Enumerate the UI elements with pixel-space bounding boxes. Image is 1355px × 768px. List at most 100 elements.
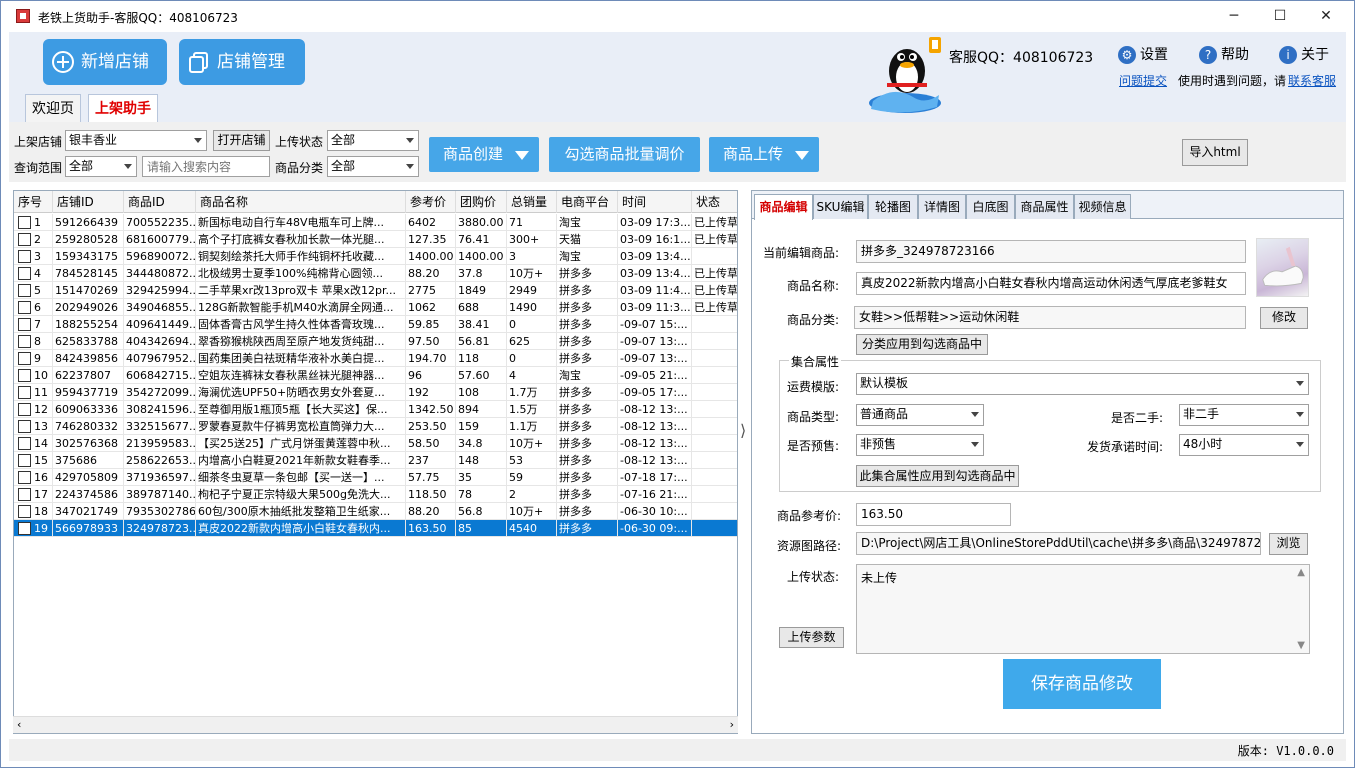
apply-category-button[interactable]: 分类应用到勾选商品中 <box>856 334 988 355</box>
tab-listing-helper[interactable]: 上架助手 <box>88 94 158 123</box>
table-cell: 拼多多 <box>557 316 618 333</box>
col-header[interactable]: 团购价 <box>456 191 507 213</box>
upload-params-button[interactable]: 上传参数 <box>779 627 844 648</box>
modify-category-button[interactable]: 修改 <box>1260 307 1308 329</box>
import-html-button[interactable]: 导入html <box>1182 139 1248 166</box>
save-product-button[interactable]: 保存商品修改 <box>1003 659 1161 709</box>
upload-status-textarea[interactable]: 未上传 ▲ ▼ <box>856 564 1310 654</box>
table-row[interactable]: 17 224374586 389787140... 枸杞子宁夏正宗特级大果500g免洗… <box>14 486 737 503</box>
row-checkbox[interactable] <box>18 318 31 331</box>
row-checkbox[interactable] <box>18 284 31 297</box>
table-row[interactable]: 6 202949026 349046855... 128G新款智能手机M40水滴屏全网… <box>14 299 737 316</box>
scroll-down-icon[interactable]: ▼ <box>1297 640 1305 651</box>
apply-group-button[interactable]: 此集合属性应用到勾选商品中 <box>856 465 1019 487</box>
col-header[interactable]: 电商平台 <box>557 191 618 213</box>
table-row[interactable]: 10 62237807 606842715... 空姐灰连裤袜女春秋黑丝袜光腿神器..… <box>14 367 737 384</box>
row-checkbox[interactable] <box>18 233 31 246</box>
browse-button[interactable]: 浏览 <box>1269 533 1308 555</box>
ship-time-select[interactable]: 48小时 <box>1179 434 1309 456</box>
tab-welcome[interactable]: 欢迎页 <box>25 94 81 122</box>
freight-select[interactable]: 默认模板 <box>856 373 1309 395</box>
upload-product-button[interactable]: 商品上传 <box>709 137 819 172</box>
row-checkbox[interactable] <box>18 386 31 399</box>
table-row[interactable]: 11 959437719 354272099... 海澜优选UPF50+防晒衣男女外套… <box>14 384 737 401</box>
scroll-right-icon[interactable]: › <box>730 718 734 731</box>
submit-issue-link[interactable]: 问题提交 <box>1119 72 1167 89</box>
row-checkbox[interactable] <box>18 488 31 501</box>
manage-shop-button[interactable]: 店铺管理 <box>179 39 305 85</box>
contact-support-link[interactable]: 联系客服 <box>1288 72 1336 89</box>
table-row[interactable]: 1 591266439 700552235... 新国标电动自行车48V电瓶车可上牌.… <box>14 214 737 231</box>
table-row[interactable]: 8 625833788 404342694... 翠香猕猴桃陕西周至原产地发货纯甜..… <box>14 333 737 350</box>
help-button[interactable]: ? 帮助 <box>1199 44 1249 64</box>
product-name-input[interactable]: 真皮2022新款内增高小白鞋女春秋内增高运动休闲透气厚底老爹鞋女 <box>856 272 1246 295</box>
about-button[interactable]: i 关于 <box>1279 44 1329 64</box>
scroll-left-icon[interactable]: ‹ <box>17 718 21 731</box>
close-button[interactable]: ✕ <box>1303 1 1349 32</box>
col-header[interactable]: 总销量 <box>507 191 557 213</box>
row-checkbox[interactable] <box>18 403 31 416</box>
table-row[interactable]: 2 259280528 681600779... 高个子打底裤女春秋加长款一体光腿..… <box>14 231 737 248</box>
tab-sku-edit[interactable]: SKU编辑 <box>813 194 868 219</box>
shop-select[interactable]: 银丰香业 <box>65 130 207 151</box>
price-input[interactable]: 163.50 <box>856 503 1011 526</box>
table-row[interactable]: 7 188255254 409641449... 固体香膏古风学生持久性体香膏玫瑰..… <box>14 316 737 333</box>
category-select[interactable]: 全部 <box>327 156 419 177</box>
presale-select[interactable]: 非预售 <box>856 434 984 456</box>
table-row[interactable]: 16 429705809 371936597... 细茶冬虫夏草一条包邮【买一送一】.… <box>14 469 737 486</box>
table-cell: 389787140... <box>126 486 196 503</box>
row-checkbox[interactable] <box>18 437 31 450</box>
col-header[interactable]: 参考价 <box>406 191 456 213</box>
batch-price-button[interactable]: 勾选商品批量调价 <box>549 137 700 172</box>
col-header[interactable]: 商品ID <box>124 191 196 213</box>
row-checkbox[interactable] <box>18 352 31 365</box>
table-row[interactable]: 4 784528145 344480872... 北极绒男士夏季100%纯棉背心圆领.… <box>14 265 737 282</box>
table-row[interactable]: 5 151470269 329425994... 二手苹果xr改13pro双卡 苹果x… <box>14 282 737 299</box>
row-checkbox[interactable] <box>18 335 31 348</box>
row-checkbox[interactable] <box>18 267 31 280</box>
tab-attributes[interactable]: 商品属性 <box>1015 194 1074 219</box>
table-row[interactable]: 14 302576368 213959583... 【买25送25】广式月饼蛋黄莲蓉中… <box>14 435 737 452</box>
table-row[interactable]: 12 609063336 308241596... 至尊御用版1瓶顶5瓶【长大买这】保… <box>14 401 737 418</box>
minimize-button[interactable]: ─ <box>1211 1 1257 32</box>
table-row[interactable]: 18 347021749 7935302786 60包/300原木抽纸批发整箱卫生纸家… <box>14 503 737 520</box>
tab-detail-images[interactable]: 详情图 <box>918 194 966 219</box>
row-checkbox[interactable] <box>18 505 31 518</box>
search-input[interactable] <box>142 156 270 177</box>
settings-button[interactable]: ⚙ 设置 <box>1118 44 1168 64</box>
table-row[interactable]: 9 842439856 407967952... 国药集团美白祛斑精华液补水美白提..… <box>14 350 737 367</box>
second-hand-select[interactable]: 非二手 <box>1179 404 1309 426</box>
table-cell: -08-12 13:... <box>618 401 692 418</box>
row-checkbox[interactable] <box>18 454 31 467</box>
row-checkbox[interactable] <box>18 216 31 229</box>
product-type-select[interactable]: 普通商品 <box>856 404 984 426</box>
table-row[interactable]: 3 159343175 596890072... 铜契刻绘茶托大师手作纯铜杯托收藏..… <box>14 248 737 265</box>
tab-carousel[interactable]: 轮播图 <box>868 194 918 219</box>
maximize-button[interactable]: ☐ <box>1257 1 1303 32</box>
open-shop-button[interactable]: 打开店铺 <box>213 130 270 151</box>
row-checkbox[interactable] <box>18 369 31 382</box>
col-header[interactable]: 状态 <box>692 191 737 213</box>
col-header[interactable]: 店铺ID <box>53 191 124 213</box>
row-checkbox[interactable] <box>18 301 31 314</box>
create-product-button[interactable]: 商品创建 <box>429 137 539 172</box>
add-shop-button[interactable]: 新增店铺 <box>43 39 167 85</box>
row-checkbox[interactable] <box>18 420 31 433</box>
table-row[interactable]: 19 566978933 324978723... 真皮2022新款内增高小白鞋女春秋… <box>14 520 737 537</box>
row-checkbox[interactable] <box>18 471 31 484</box>
table-row[interactable]: 15 375686 258622653... 内增高小白鞋夏2021年新款女鞋春季..… <box>14 452 737 469</box>
scroll-up-icon[interactable]: ▲ <box>1297 567 1305 578</box>
tab-white-bg[interactable]: 白底图 <box>966 194 1015 219</box>
range-select[interactable]: 全部 <box>65 156 137 177</box>
col-header[interactable]: 序号 <box>14 191 53 213</box>
table-row[interactable]: 13 746280332 332515677... 罗蒙春夏款牛仔裤男宽松直筒弹力大.… <box>14 418 737 435</box>
upload-status-select[interactable]: 全部 <box>327 130 419 151</box>
horizontal-scrollbar[interactable]: ‹ › <box>13 716 738 733</box>
collapse-splitter-icon[interactable]: ⟩ <box>740 421 746 440</box>
row-checkbox[interactable] <box>18 250 31 263</box>
row-checkbox[interactable] <box>18 522 31 535</box>
tab-video[interactable]: 视频信息 <box>1074 194 1131 219</box>
col-header[interactable]: 商品名称 <box>196 191 406 213</box>
col-header[interactable]: 时间 <box>618 191 692 213</box>
tab-product-edit[interactable]: 商品编辑 <box>754 194 813 220</box>
